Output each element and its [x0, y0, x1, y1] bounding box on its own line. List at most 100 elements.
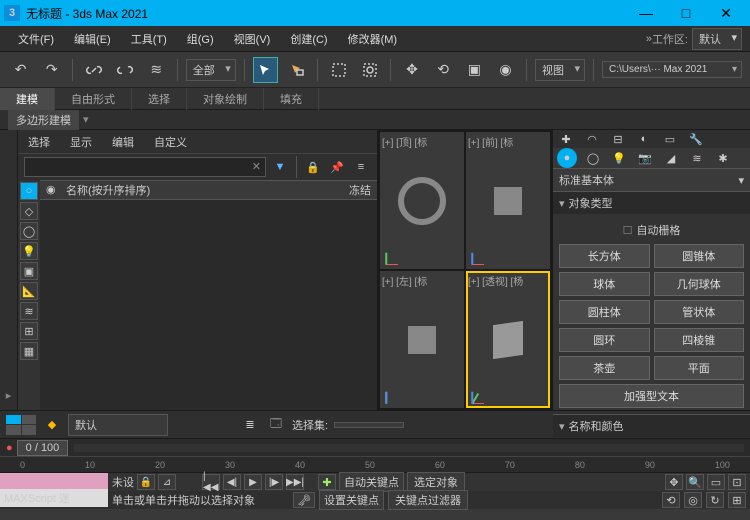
viewport-front[interactable]: [+] [前] [标 [466, 132, 550, 269]
add-key-icon[interactable]: ✚ [318, 474, 336, 490]
spacewarps-icon[interactable]: ≋ [687, 148, 707, 168]
roll-icon[interactable]: ↻ [706, 492, 724, 508]
play-button[interactable]: ▶ [244, 474, 262, 490]
filter-shape-icon[interactable]: ◯ [20, 222, 38, 240]
filter-geometry-icon[interactable]: ◇ [20, 202, 38, 220]
scene-tab-custom[interactable]: 自定义 [144, 134, 197, 150]
keyframe-icon[interactable]: ● [6, 442, 13, 454]
viewport-left[interactable]: [+] [左] [标 [380, 271, 464, 408]
filter-all-icon[interactable]: ○ [20, 182, 38, 200]
sphere-button[interactable]: 球体 [559, 272, 650, 296]
polygon-modeling-tab[interactable]: 多边形建模 [8, 110, 79, 130]
clear-search-icon[interactable]: ✕ [252, 160, 261, 173]
viewport-persp-label[interactable]: [+] [透视] [杨 [468, 273, 523, 288]
geosphere-button[interactable]: 几何球体 [654, 272, 745, 296]
undo-button[interactable]: ↶ [8, 57, 33, 83]
window-crossing-icon[interactable] [357, 57, 382, 83]
rollout-name-color[interactable]: ▾名称和颜色 [553, 414, 750, 437]
select-object-button[interactable] [253, 57, 278, 83]
workspace-dropdown[interactable]: 默认 ▾ [692, 28, 742, 50]
rect-select-icon[interactable] [326, 57, 351, 83]
list-mode-icon[interactable]: ≡ [351, 157, 371, 177]
time-slider[interactable]: ● 0 / 100 [0, 438, 750, 456]
move-button[interactable]: ✥ [399, 57, 424, 83]
filter-container-icon[interactable]: ▦ [20, 342, 38, 360]
zoom-icon[interactable]: 🔍 [686, 474, 704, 490]
close-button[interactable]: ✕ [706, 0, 746, 26]
track-bar[interactable] [0, 473, 108, 489]
scene-list[interactable] [40, 200, 377, 410]
lock-selection-icon[interactable]: 🔒 [137, 474, 155, 490]
ribbon-tab-selection[interactable]: 选择 [132, 88, 187, 110]
utilities-tab-icon[interactable]: 🔧 [687, 130, 705, 148]
selection-filter-dropdown[interactable]: 全部 [186, 59, 236, 81]
layer-color-icon[interactable]: ◆ [42, 415, 62, 435]
geometry-icon[interactable]: ● [557, 148, 577, 168]
frame-display[interactable]: 0 / 100 [17, 440, 69, 456]
viewport-top-label[interactable]: [+] [顶] [标 [382, 134, 427, 149]
torus-button[interactable]: 圆环 [559, 328, 650, 352]
menu-create[interactable]: 创建(C) [280, 31, 337, 47]
autokey-button[interactable]: 自动关键点 [339, 472, 404, 492]
keyfilter-button[interactable]: 关键点过滤器 [388, 490, 468, 510]
expand-arrow-icon[interactable]: ▸ [6, 389, 12, 402]
caret-down-icon[interactable]: ▾ [83, 113, 89, 126]
named-selset-icon[interactable]: ≣ [240, 415, 260, 435]
pin-icon[interactable]: 📌 [327, 157, 347, 177]
menu-edit[interactable]: 编辑(E) [64, 31, 121, 47]
project-path-dropdown[interactable]: C:\Users\··· Max 2021 [602, 61, 742, 78]
plane-button[interactable]: 平面 [654, 356, 745, 380]
textplus-button[interactable]: 加强型文本 [559, 384, 744, 408]
filter-helper-icon[interactable]: 📐 [20, 282, 38, 300]
filter-spacewarp-icon[interactable]: ≋ [20, 302, 38, 320]
box-button[interactable]: 长方体 [559, 244, 650, 268]
redo-button[interactable]: ↷ [39, 57, 64, 83]
modify-tab-icon[interactable]: ◠ [583, 130, 601, 148]
shapes-icon[interactable]: ◯ [583, 148, 603, 168]
maximize-button[interactable]: □ [666, 0, 706, 26]
ribbon-tab-populate[interactable]: 填充 [264, 88, 319, 110]
filter-button[interactable]: ▼ [270, 157, 290, 177]
pyramid-button[interactable]: 四棱锥 [654, 328, 745, 352]
snap-icon[interactable]: ⊿ [158, 474, 176, 490]
selection-set-dropdown[interactable] [334, 422, 404, 428]
viewport-layout-icon[interactable] [6, 415, 36, 435]
scene-tab-display[interactable]: 显示 [60, 134, 102, 150]
menu-file[interactable]: 文件(F) [8, 31, 64, 47]
setkey-button[interactable]: 设置关键点 [319, 490, 384, 510]
max-toggle-icon[interactable]: ⊞ [728, 492, 746, 508]
teapot-button[interactable]: 茶壶 [559, 356, 650, 380]
col-name[interactable]: 名称(按升序排序) [66, 182, 331, 198]
named-selset-create-icon[interactable]: 🗔 [266, 415, 286, 435]
dolly-icon[interactable]: ◎ [684, 492, 702, 508]
scene-tab-select[interactable]: 选择 [18, 134, 60, 150]
col-freeze[interactable]: 冻结 [331, 182, 371, 198]
fov-icon[interactable]: ▭ [707, 474, 725, 490]
ref-coord-dropdown[interactable]: 视图 [535, 59, 585, 81]
menu-modifiers[interactable]: 修改器(M) [338, 31, 408, 47]
layer-dropdown[interactable]: 默认 [68, 414, 168, 436]
create-tab-icon[interactable]: ✚ [557, 130, 575, 148]
rotate-button[interactable]: ⟲ [431, 57, 456, 83]
viewport-top[interactable]: [+] [顶] [标 [380, 132, 464, 269]
prev-frame-button[interactable]: ◀| [223, 474, 241, 490]
pan-icon[interactable]: ✥ [665, 474, 683, 490]
scene-tab-edit[interactable]: 编辑 [102, 134, 144, 150]
select-by-name-button[interactable] [284, 57, 309, 83]
autogrid-checkbox[interactable]: ☐ 自动栅格 [559, 220, 744, 240]
viewport-front-label[interactable]: [+] [前] [标 [468, 134, 513, 149]
cylinder-button[interactable]: 圆柱体 [559, 300, 650, 324]
minimize-button[interactable]: — [626, 0, 666, 26]
maxscript-listener[interactable]: MAXScript 迷 [0, 489, 108, 507]
scale-button[interactable]: ▣ [462, 57, 487, 83]
filter-camera-icon[interactable]: ▣ [20, 262, 38, 280]
menu-tools[interactable]: 工具(T) [121, 31, 177, 47]
selected-object-dropdown[interactable]: 选定对象 [407, 472, 465, 492]
rollout-object-type[interactable]: ▾对象类型 [553, 191, 750, 214]
category-dropdown[interactable]: 标准基本体▾ [553, 168, 750, 191]
systems-icon[interactable]: ✱ [713, 148, 733, 168]
motion-tab-icon[interactable]: ◐ [635, 130, 653, 148]
goto-start-button[interactable]: |◀◀ [202, 474, 220, 490]
set-key-large-icon[interactable]: 🗝 [293, 492, 315, 508]
lights-icon[interactable]: 💡 [609, 148, 629, 168]
